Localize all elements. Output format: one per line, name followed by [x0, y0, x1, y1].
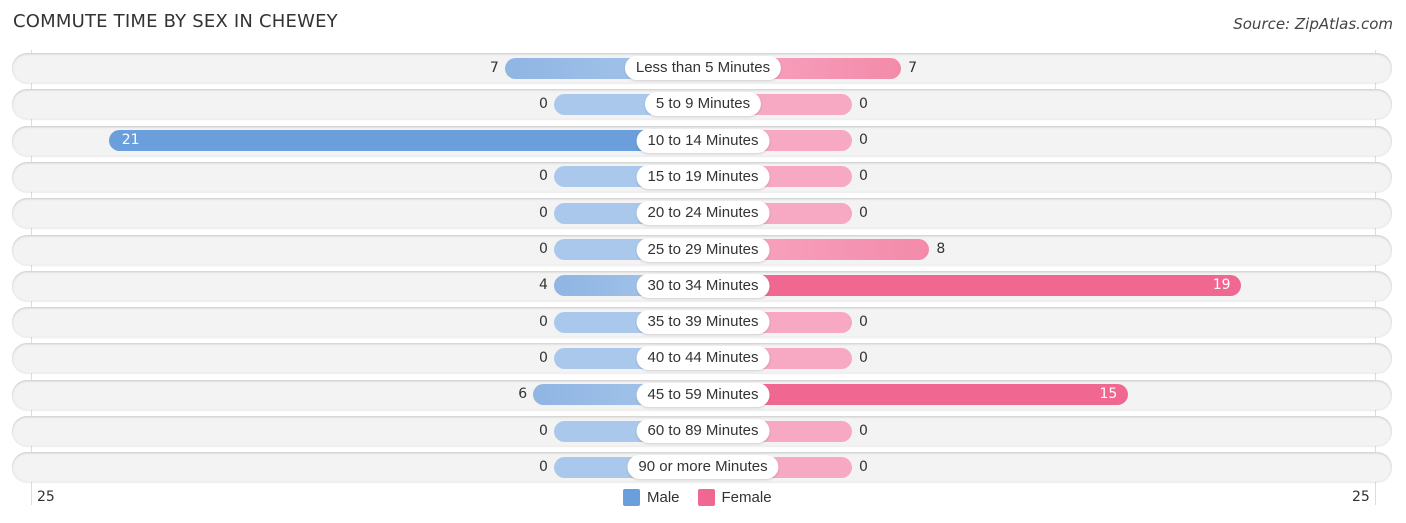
legend-item-female: Female	[697, 489, 772, 506]
value-label-male: 6	[518, 386, 528, 403]
legend-swatch-female	[697, 489, 715, 506]
category-label: Less than 5 Minutes	[624, 56, 782, 80]
bar-male	[108, 130, 703, 152]
category-label: 35 to 39 Minutes	[636, 310, 770, 335]
category-label: 15 to 19 Minutes	[636, 164, 770, 189]
category-label: 40 to 44 Minutes	[636, 346, 770, 371]
value-label-female: 0	[859, 458, 868, 475]
value-label-female: 0	[859, 168, 868, 185]
value-label-male: 0	[539, 204, 548, 221]
legend-label-female: Female	[721, 489, 772, 506]
axis-tick-left: 25	[37, 489, 55, 505]
value-label-female: 0	[859, 95, 868, 112]
category-label: 25 to 29 Minutes	[636, 237, 770, 262]
value-label-female: 0	[859, 204, 868, 221]
value-label-male: 4	[539, 277, 548, 294]
value-label-female: 19	[1212, 277, 1231, 294]
category-label: 60 to 89 Minutes	[636, 419, 770, 443]
legend: Male Female	[623, 489, 784, 506]
value-label-male: 0	[539, 458, 548, 475]
value-label-male: 0	[539, 168, 548, 185]
value-label-male: 21	[121, 132, 140, 149]
value-label-female: 0	[859, 132, 868, 149]
category-label: 45 to 59 Minutes	[636, 382, 770, 407]
category-label: 5 to 9 Minutes	[644, 92, 762, 117]
value-label-female: 15	[1099, 386, 1118, 403]
value-label-male: 0	[539, 349, 548, 366]
category-label: 30 to 34 Minutes	[636, 273, 770, 298]
value-label-female: 0	[859, 422, 868, 439]
category-label: 20 to 24 Minutes	[636, 201, 770, 226]
value-label-female: 0	[859, 313, 868, 330]
chart-title: COMMUTE TIME BY SEX IN CHEWEY	[13, 11, 338, 32]
value-label-female: 7	[908, 59, 918, 76]
value-label-female: 8	[936, 241, 946, 257]
legend-label-male: Male	[647, 489, 680, 506]
legend-swatch-male	[623, 489, 640, 506]
value-label-male: 0	[539, 95, 548, 112]
value-label-male: 7	[489, 59, 499, 76]
category-label: 90 or more Minutes	[627, 455, 779, 480]
axis-tick-right: 25	[1352, 489, 1370, 505]
value-label-female: 0	[859, 349, 868, 366]
value-label-male: 0	[539, 313, 548, 330]
legend-item-male: Male	[623, 489, 680, 506]
value-label-male: 0	[539, 422, 548, 439]
bar-female	[703, 275, 1241, 297]
category-label: 10 to 14 Minutes	[636, 128, 770, 153]
source-label: Source: ZipAtlas.com	[1233, 15, 1393, 33]
value-label-male: 0	[539, 241, 548, 257]
